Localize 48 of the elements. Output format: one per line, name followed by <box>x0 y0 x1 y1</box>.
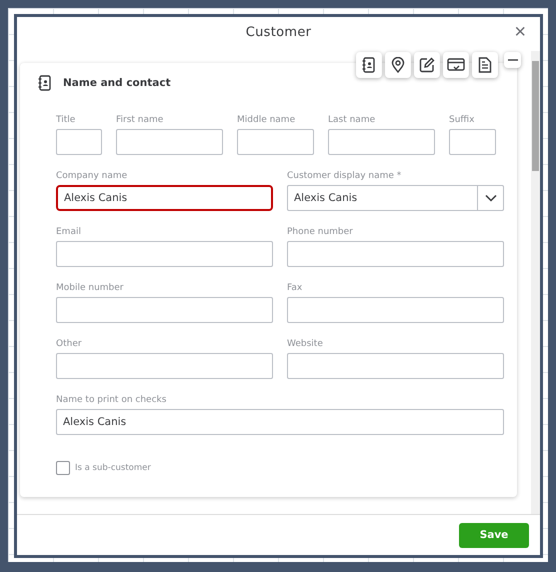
document-icon <box>478 57 492 73</box>
input-field[interactable] <box>287 353 504 379</box>
field-label: Company name <box>56 171 128 181</box>
input-field[interactable] <box>287 297 504 323</box>
input-field[interactable] <box>116 129 223 155</box>
card-icon <box>447 58 465 72</box>
input-field[interactable] <box>237 129 314 155</box>
close-button[interactable]: × <box>512 20 528 44</box>
dialog-title: Customer <box>246 24 312 40</box>
field-label: Other <box>56 339 83 349</box>
dropdown-field[interactable]: Alexis Canis <box>287 185 504 211</box>
input-field[interactable] <box>56 297 273 323</box>
field-label: Phone number <box>287 227 354 237</box>
field-label: Email <box>56 227 82 237</box>
section-title: Name and contact <box>63 77 171 89</box>
minimize-button[interactable] <box>504 52 521 68</box>
checkbox-label: Is a sub-customer <box>75 463 151 473</box>
location-pin-icon <box>391 57 405 73</box>
input-field[interactable] <box>449 129 496 155</box>
address-book-icon <box>362 57 376 73</box>
input-field[interactable] <box>287 241 504 267</box>
field-label: First name <box>116 115 164 125</box>
card-button[interactable] <box>443 52 469 78</box>
edit-button[interactable] <box>414 52 440 78</box>
scrollbar[interactable] <box>531 51 540 514</box>
location-pin-button[interactable] <box>385 52 411 78</box>
field-label: Fax <box>287 283 304 293</box>
address-book-button[interactable] <box>356 52 382 78</box>
field-label: Website <box>287 339 324 349</box>
field-label: Last name <box>328 115 376 125</box>
input-field[interactable]: Alexis Canis <box>56 409 504 435</box>
minus-icon <box>508 59 518 61</box>
field-label: Suffix <box>449 115 476 125</box>
checkbox[interactable] <box>56 461 70 475</box>
field-label: Customer display name * <box>287 171 402 181</box>
input-field[interactable] <box>56 241 273 267</box>
field-label: Name to print on checks <box>56 395 168 405</box>
field-label: Title <box>56 115 76 125</box>
address-book-icon <box>38 75 52 91</box>
edit-icon <box>419 57 435 73</box>
field-label: Middle name <box>237 115 296 125</box>
input-field[interactable] <box>56 129 102 155</box>
input-field[interactable]: Alexis Canis <box>56 185 273 211</box>
input-field[interactable] <box>328 129 435 155</box>
document-button[interactable] <box>472 52 498 78</box>
input-field[interactable] <box>56 353 273 379</box>
field-label: Mobile number <box>56 283 125 293</box>
chevron-down-icon <box>484 194 496 202</box>
